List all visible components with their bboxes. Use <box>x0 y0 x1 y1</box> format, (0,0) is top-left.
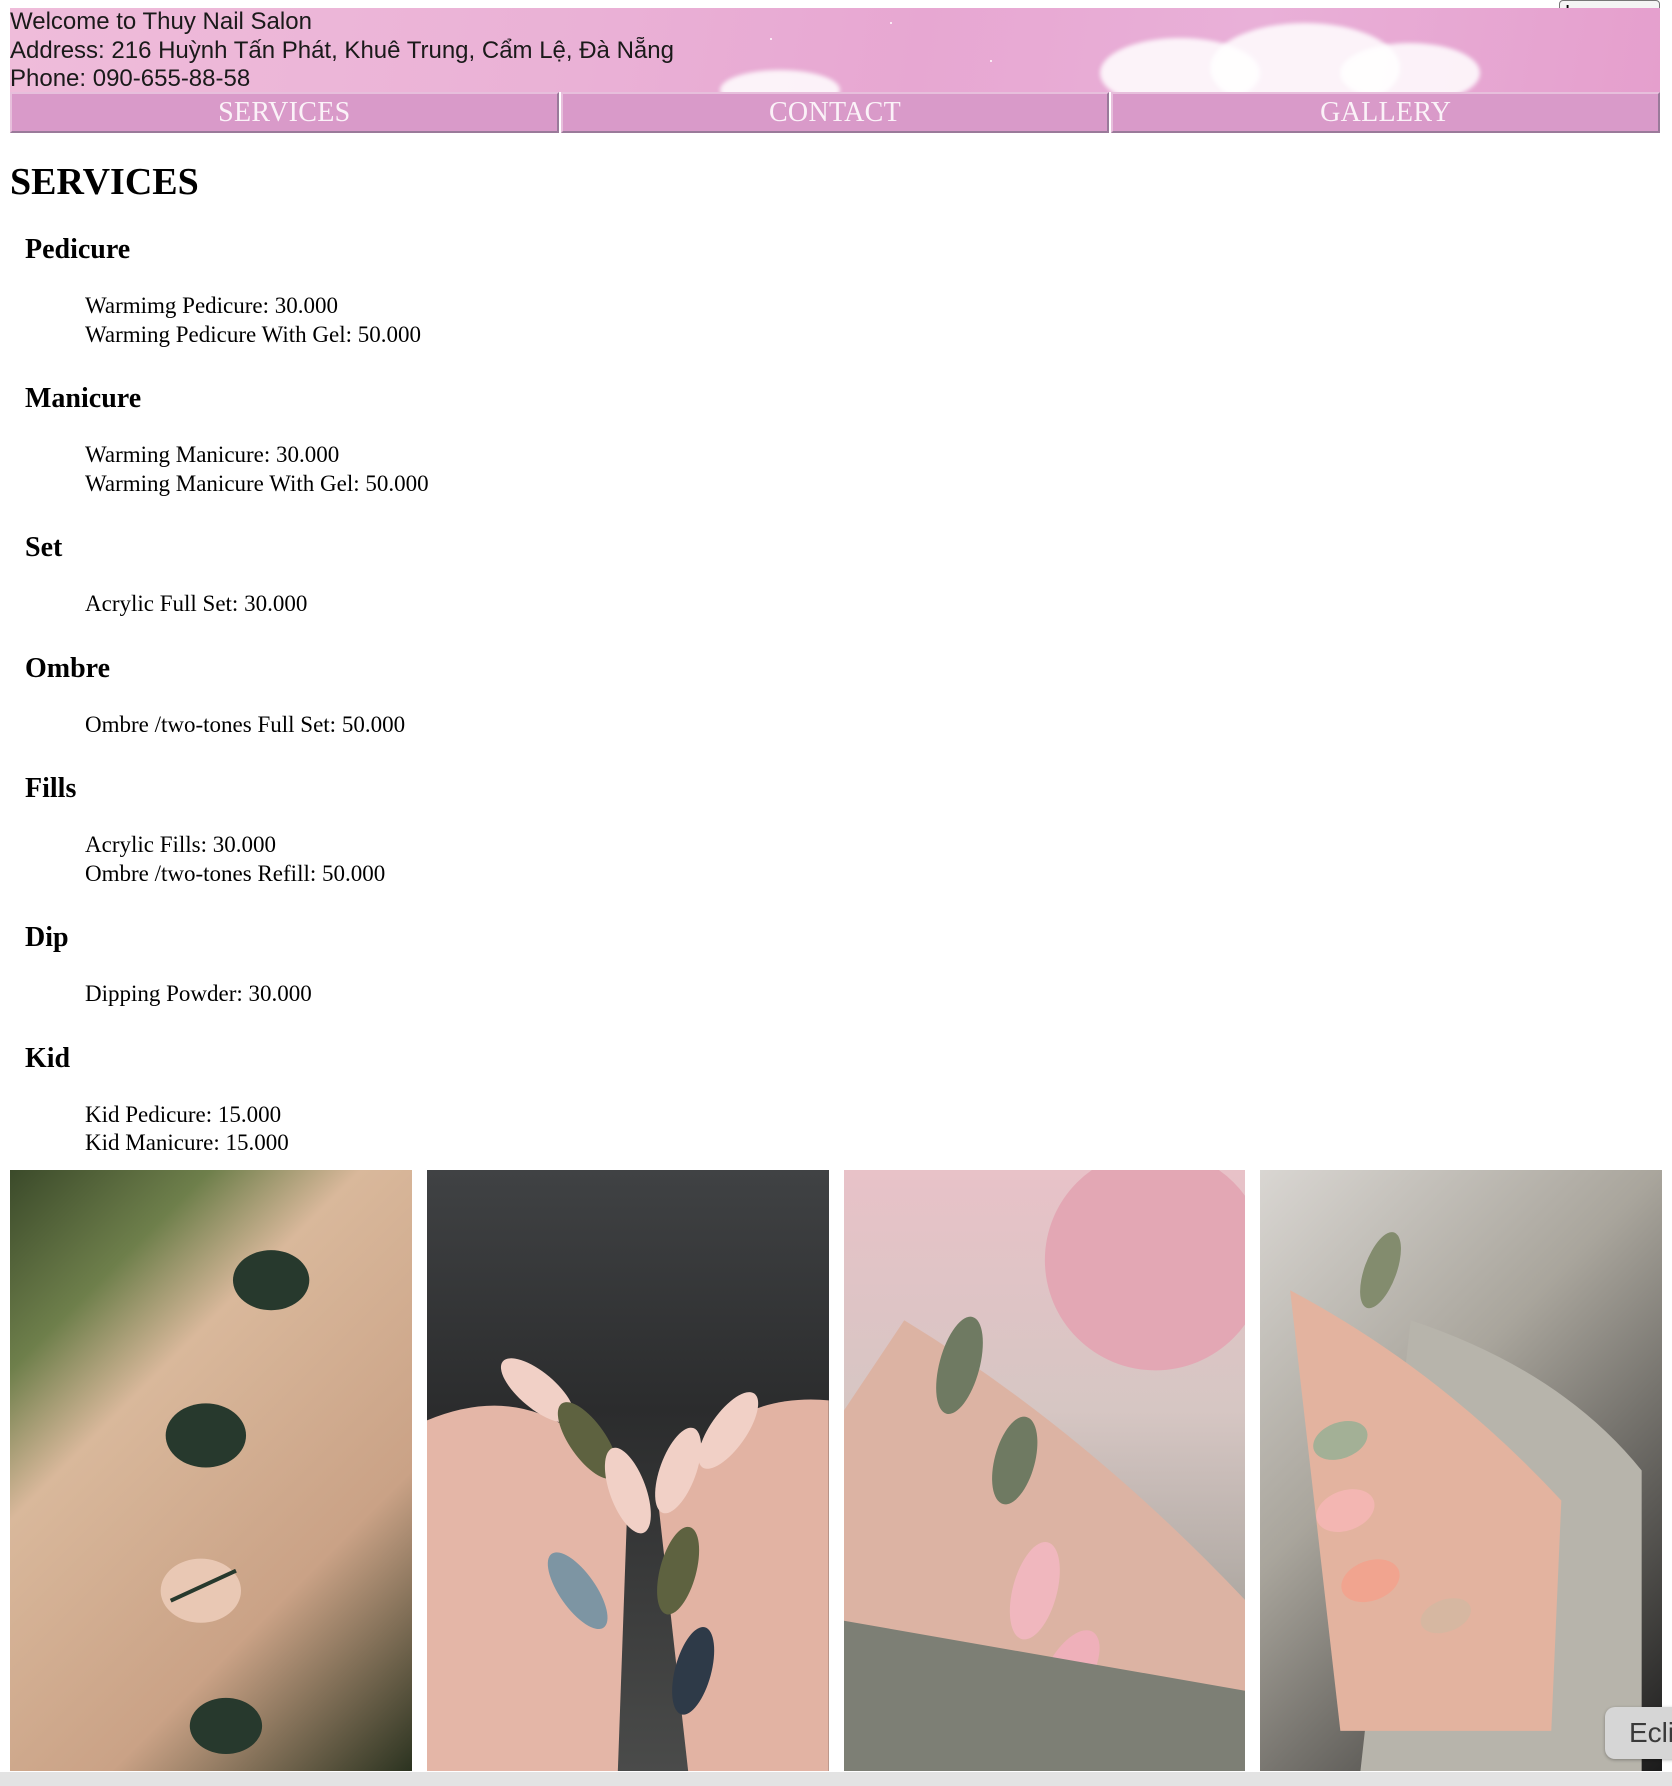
welcome-text: Welcome to Thuy Nail Salon <box>10 8 312 35</box>
floral-nails-photo <box>426 1170 829 1771</box>
category-pedicure: Pedicure Warmimg Pedicure: 30.000 Warmin… <box>25 233 825 349</box>
nav-gallery[interactable]: GALLERY <box>1111 92 1661 133</box>
category-kid: Kid Kid Pedicure: 15.000 Kid Manicure: 1… <box>25 1042 825 1158</box>
cloud-decoration <box>720 70 840 92</box>
category-fills: Fills Acrylic Fills: 30.000 Ombre /two-t… <box>25 772 825 888</box>
service-item: Acrylic Full Set: 30.000 <box>85 591 308 616</box>
services-list: Pedicure Warmimg Pedicure: 30.000 Warmin… <box>25 233 825 1191</box>
service-item: Ombre /two-tones Full Set: 50.000 <box>85 711 406 737</box>
service-item: Warming Manicure With Gel: 50.000 <box>85 470 429 496</box>
service-item: Acrylic Fills: 30.000 <box>85 832 277 857</box>
service-item: Kid Pedicure: 15.000 <box>85 1101 282 1127</box>
nav-services[interactable]: SERVICES <box>10 92 559 133</box>
nav-contact[interactable]: CONTACT <box>560 92 1110 133</box>
sparkle-decoration <box>990 60 992 62</box>
sparkle-decoration <box>770 38 772 40</box>
cloud-decoration <box>1340 43 1480 92</box>
category-ombre: Ombre Ombre /two-tones Full Set: 50.000 <box>25 652 825 740</box>
category-manicure: Manicure Warming Manicure: 30.000 Warmin… <box>25 382 825 498</box>
phone-text: Phone: 090-655-88-58 <box>10 65 251 92</box>
service-item: Warming Manicure: 30.000 <box>85 442 340 467</box>
category-title: Manicure <box>25 383 142 414</box>
category-title: Kid <box>25 1042 71 1074</box>
service-item: Kid Manicure: 15.000 <box>85 1130 289 1155</box>
horizontal-scrollbar[interactable] <box>0 1772 1672 1786</box>
category-title: Fills <box>25 773 77 804</box>
address-text: Address: 216 Huỳnh Tấn Phát, Khuê Trung,… <box>10 36 674 64</box>
category-set: Set Acrylic Full Set: 30.000 <box>25 531 825 619</box>
service-item: Ombre /two-tones Refill: 50.000 <box>85 860 386 886</box>
main-nav: SERVICES CONTACT GALLERY <box>10 92 1661 133</box>
green-nails-photo <box>10 1170 412 1771</box>
header-banner: Welcome to Thuy Nail Salon Address: 216 … <box>10 8 1660 92</box>
service-item: Dipping Powder: 30.000 <box>85 981 312 1006</box>
page-title: SERVICES <box>10 161 199 203</box>
sweater-nails-photo <box>1260 1170 1662 1771</box>
category-title: Pedicure <box>25 234 131 265</box>
category-title: Set <box>25 532 63 563</box>
category-title: Ombre <box>25 652 111 684</box>
nail-gallery <box>10 1170 1662 1771</box>
service-item: Warming Pedicure With Gel: 50.000 <box>85 321 421 347</box>
sage-pink-nails-photo <box>843 1170 1246 1771</box>
category-dip: Dip Dipping Powder: 30.000 <box>25 921 825 1009</box>
service-item: Warmimg Pedicure: 30.000 <box>85 293 339 318</box>
sparkle-decoration <box>890 22 892 24</box>
category-title: Dip <box>25 922 69 953</box>
floating-button[interactable]: Ecli <box>1605 1707 1672 1759</box>
salon-info: Welcome to Thuy Nail Salon Address: 216 … <box>10 8 674 92</box>
